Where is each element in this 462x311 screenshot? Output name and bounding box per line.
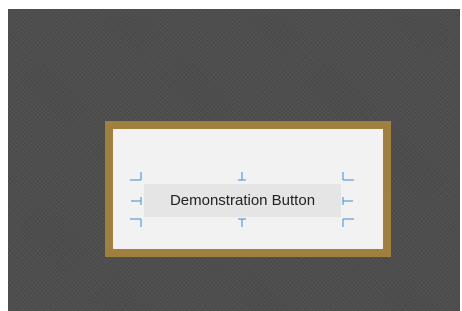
middle-left-alignment-icon[interactable] (127, 192, 145, 210)
top-left-alignment-icon[interactable] (127, 167, 145, 185)
bottom-right-alignment-icon[interactable] (339, 214, 357, 232)
top-right-alignment-icon[interactable] (339, 167, 357, 185)
design-canvas: Demonstration Button (8, 9, 460, 311)
top-center-alignment-icon[interactable] (233, 167, 251, 185)
bottom-left-alignment-icon[interactable] (127, 214, 145, 232)
bottom-center-alignment-icon[interactable] (233, 214, 251, 232)
layout-frame: Demonstration Button (105, 121, 391, 257)
demonstration-button[interactable]: Demonstration Button (144, 184, 341, 217)
middle-right-alignment-icon[interactable] (339, 192, 357, 210)
